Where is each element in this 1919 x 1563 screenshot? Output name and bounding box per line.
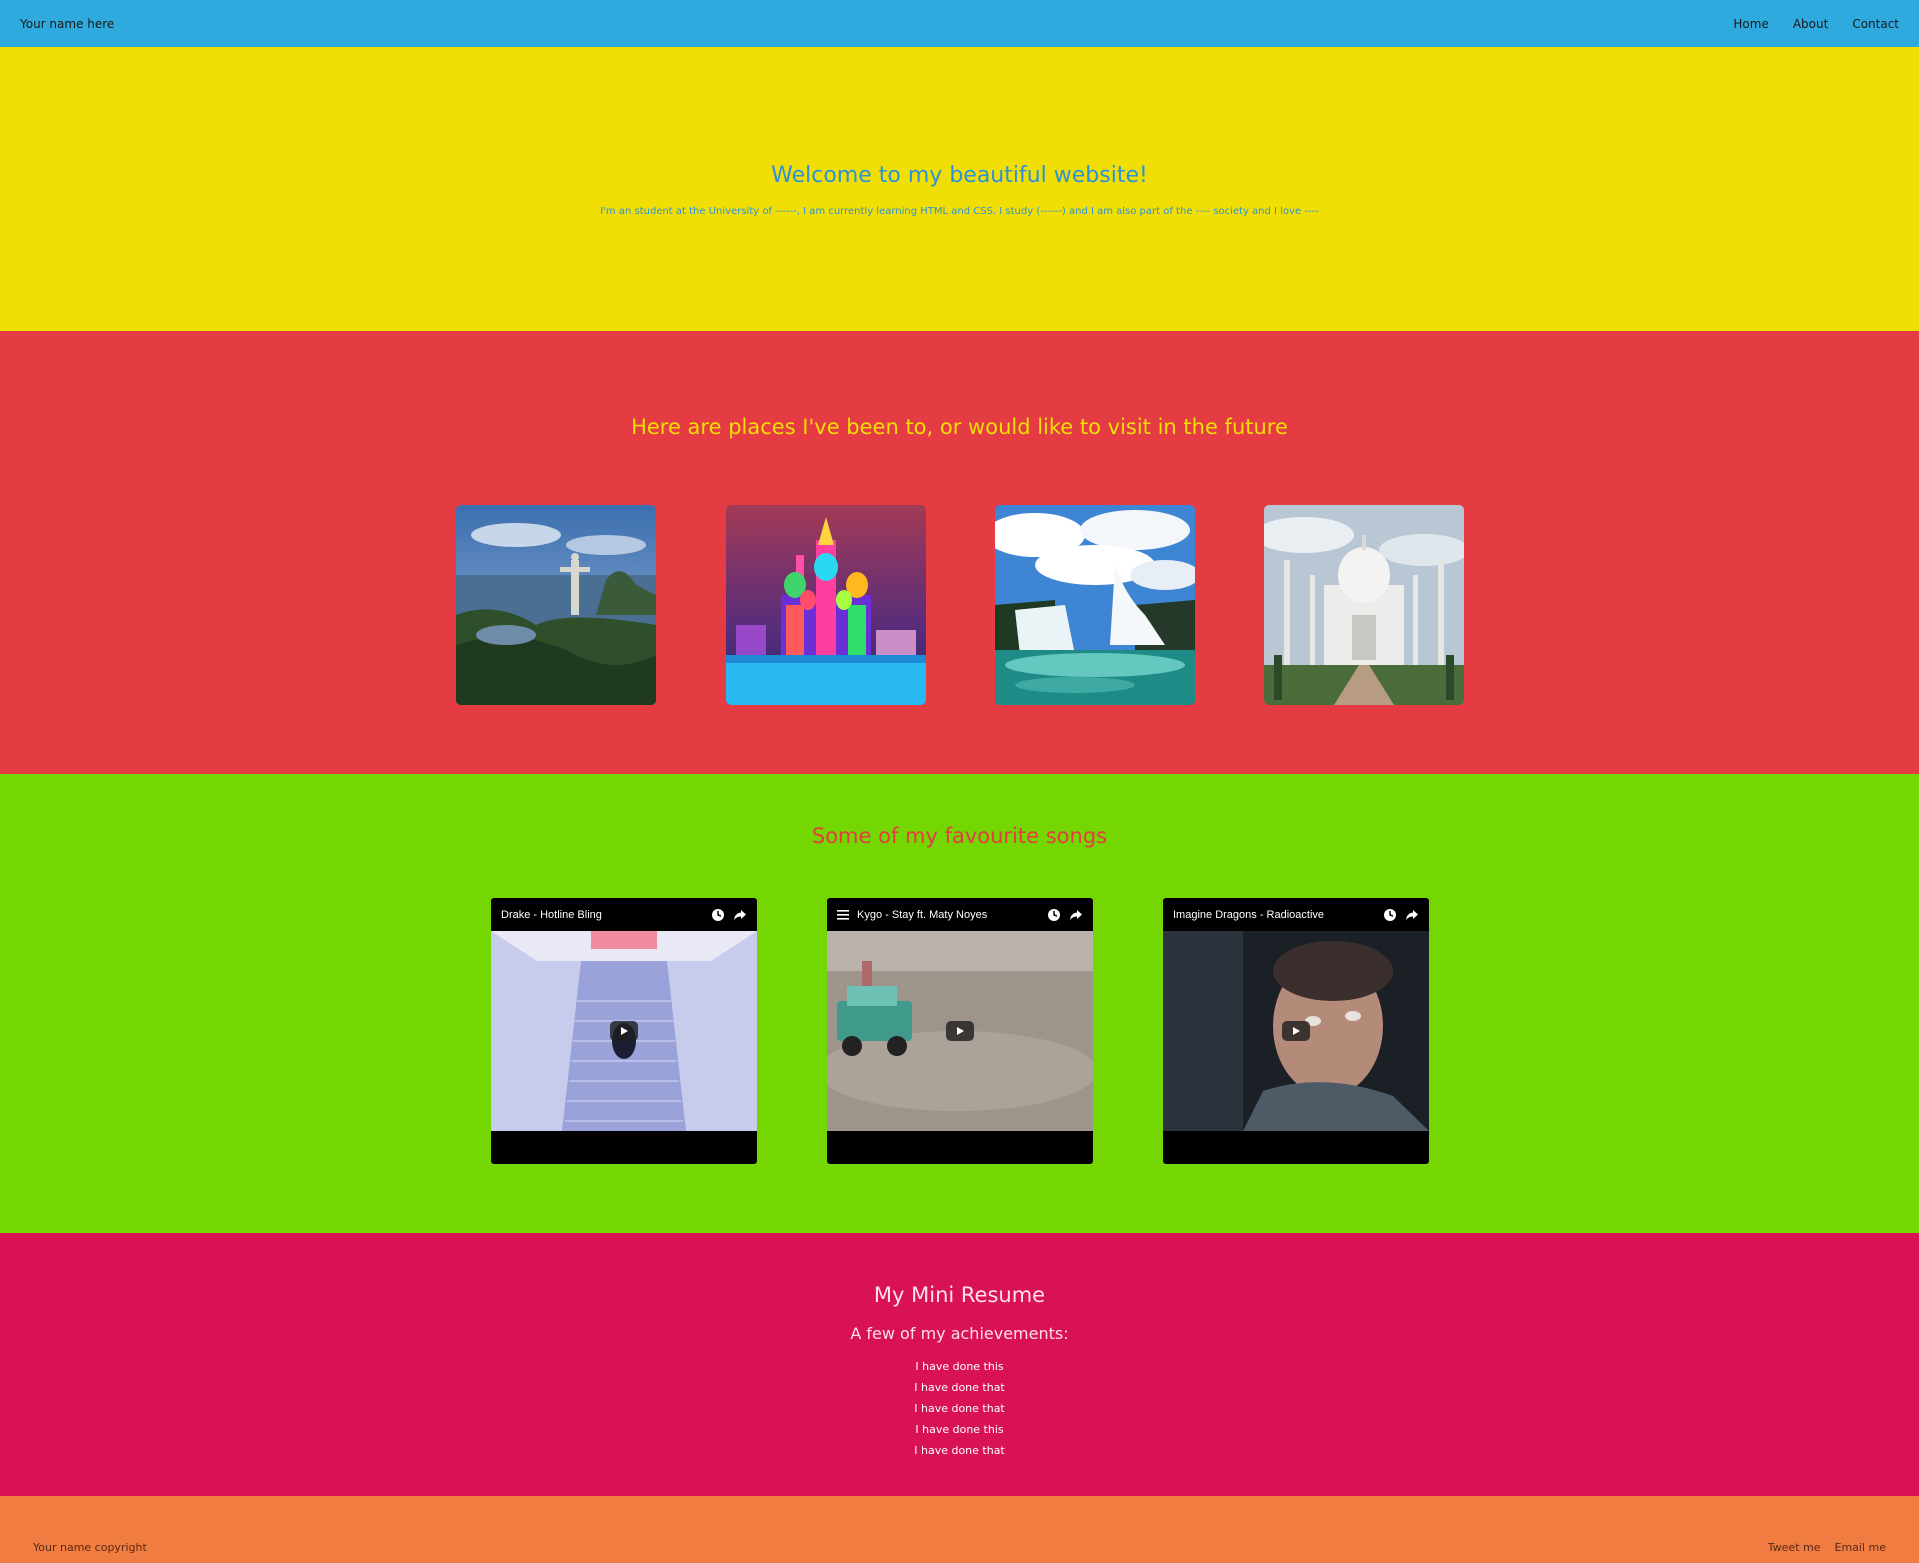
nav-link-contact[interactable]: Contact [1852, 17, 1899, 31]
watch-later-icon[interactable] [711, 908, 725, 922]
watch-later-icon[interactable] [1383, 908, 1397, 922]
photo-niagara-falls [995, 505, 1195, 705]
video-player-hotline-bling[interactable]: Drake - Hotline Bling [491, 898, 757, 1164]
video-player-stay[interactable]: Kygo - Stay ft. Maty Noyes evo [827, 898, 1093, 1164]
hero-text: I'm an student at the University of ----… [600, 206, 1319, 217]
watch-later-icon[interactable] [1047, 908, 1061, 922]
resume-subtitle: A few of my achievements: [850, 1324, 1069, 1343]
list-item: I have done this [915, 1360, 1004, 1373]
footer-links: Tweet me Email me [1768, 1541, 1886, 1554]
play-button[interactable] [946, 1021, 974, 1041]
tweet-link[interactable]: Tweet me [1768, 1541, 1821, 1554]
email-link[interactable]: Email me [1835, 1541, 1887, 1554]
video-player-radioactive[interactable]: Imagine Dragons - Radioactive evo [1163, 898, 1429, 1164]
places-title: Here are places I've been to, or would l… [631, 415, 1288, 439]
list-item: I have done that [914, 1381, 1005, 1394]
achievements-list: I have done this I have done that I have… [0, 1356, 1919, 1461]
places-section: Here are places I've been to, or would l… [0, 331, 1919, 774]
video-title-bar: Imagine Dragons - Radioactive [1163, 898, 1429, 931]
nav-link-about[interactable]: About [1793, 17, 1828, 31]
video-title-bar: Kygo - Stay ft. Maty Noyes [827, 898, 1093, 931]
nav-link-home[interactable]: Home [1733, 17, 1768, 31]
share-icon[interactable] [1405, 908, 1419, 922]
play-button[interactable] [610, 1021, 638, 1041]
vevo-logo: evo [491, 1121, 550, 1131]
nav-links: Home About Contact [1733, 17, 1899, 31]
video-title[interactable]: Imagine Dragons - Radioactive [1173, 909, 1383, 921]
songs-section: Some of my favourite songs Drake - Hotli… [0, 774, 1919, 1233]
share-icon[interactable] [1069, 908, 1083, 922]
resume-title: My Mini Resume [873, 1283, 1046, 1307]
photo-taj-mahal [1264, 505, 1464, 705]
songs-title: Some of my favourite songs [811, 824, 1108, 848]
video-title-bar: Drake - Hotline Bling [491, 898, 757, 931]
video-title[interactable]: Kygo - Stay ft. Maty Noyes [857, 909, 1047, 921]
list-item: I have done that [914, 1444, 1005, 1457]
footer: Your name copyright Tweet me Email me [0, 1496, 1919, 1563]
list-item: I have done that [914, 1402, 1005, 1415]
photo-christ-the-redeemer [456, 505, 656, 705]
vevo-logo: evo [1163, 1121, 1222, 1131]
resume-section: My Mini Resume A few of my achievements:… [0, 1233, 1919, 1496]
brand-name[interactable]: Your name here [20, 17, 114, 31]
list-item: I have done this [915, 1423, 1004, 1436]
top-navbar: Your name here Home About Contact [0, 0, 1919, 47]
playlist-icon[interactable] [837, 909, 851, 921]
vevo-logo: evo [827, 1121, 886, 1131]
share-icon[interactable] [733, 908, 747, 922]
hero-title: Welcome to my beautiful website! [771, 163, 1148, 188]
photo-st-basils-cathedral [726, 505, 926, 705]
hero-section: Welcome to my beautiful website! I'm an … [0, 47, 1919, 331]
copyright-text: Your name copyright [33, 1541, 147, 1554]
play-button[interactable] [1282, 1021, 1310, 1041]
video-title[interactable]: Drake - Hotline Bling [501, 909, 711, 921]
